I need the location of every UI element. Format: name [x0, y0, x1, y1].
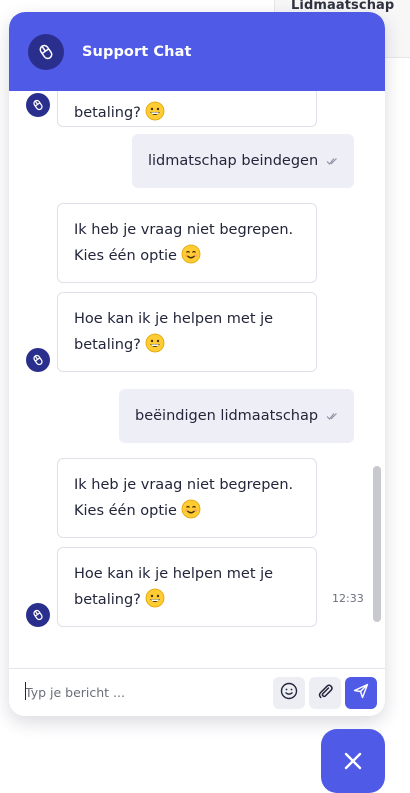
- close-icon: [344, 752, 362, 774]
- bot-message: Ik heb je vraag niet begrepen. Kies één …: [57, 458, 317, 538]
- bot-message: Hoe kan ik je helpen met je betaling?: [57, 547, 317, 627]
- chat-widget: Support Chat betaling? lidmatschap beind…: [9, 12, 385, 716]
- user-message: beëindigen lidmaatschap: [119, 389, 354, 443]
- text-caret: [25, 682, 26, 700]
- mouse-icon: [28, 33, 64, 70]
- bot-message: betaling?: [57, 91, 317, 127]
- smile-emoji-icon: [181, 244, 201, 264]
- user-message-text: lidmatschap beindegen: [148, 153, 319, 169]
- user-message: lidmatschap beindegen: [132, 134, 354, 188]
- bot-avatar-icon: [26, 93, 50, 117]
- grin-emoji-icon: [145, 588, 165, 608]
- smiley-icon: [280, 682, 298, 704]
- double-check-icon: [326, 410, 338, 422]
- chat-header: Support Chat: [9, 12, 385, 91]
- message-input[interactable]: [25, 681, 265, 703]
- scrollbar-thumb[interactable]: [373, 466, 381, 622]
- bot-message: Ik heb je vraag niet begrepen. Kies één …: [57, 203, 317, 283]
- bot-message-line: Hoe kan ik je helpen met je: [74, 566, 274, 582]
- chat-launcher-button[interactable]: [321, 729, 385, 793]
- bot-avatar-icon: [26, 603, 50, 627]
- send-button[interactable]: [345, 677, 377, 709]
- bot-message-line: Ik heb je vraag niet begrepen.: [74, 477, 294, 493]
- message-timestamp: 12:33: [332, 592, 364, 605]
- grin-emoji-icon: [145, 101, 165, 121]
- bot-avatar-icon: [26, 348, 50, 372]
- bot-message-line: betaling?: [74, 337, 141, 353]
- send-icon: [353, 683, 369, 703]
- paperclip-icon: [316, 682, 334, 704]
- bot-message-line: Ik heb je vraag niet begrepen.: [74, 222, 294, 238]
- smile-emoji-icon: [181, 499, 201, 519]
- emoji-button[interactable]: [273, 677, 305, 709]
- message-scrollbar[interactable]: [370, 91, 382, 668]
- bot-message-line: Kies één optie: [74, 503, 177, 519]
- bot-message-line: Kies één optie: [74, 248, 177, 264]
- grin-emoji-icon: [145, 333, 165, 353]
- attach-button[interactable]: [309, 677, 341, 709]
- user-message-text: beëindigen lidmaatschap: [135, 408, 319, 424]
- bot-message: Hoe kan ik je helpen met je betaling?: [57, 292, 317, 372]
- message-composer: [9, 668, 385, 716]
- bot-message-line: Hoe kan ik je helpen met je: [74, 311, 274, 327]
- bot-message-line: betaling?: [74, 105, 141, 121]
- bot-message-line: betaling?: [74, 592, 141, 608]
- double-check-icon: [326, 155, 338, 167]
- message-list[interactable]: betaling? lidmatschap beindegen Ik heb j…: [9, 91, 385, 668]
- chat-title: Support Chat: [82, 43, 192, 60]
